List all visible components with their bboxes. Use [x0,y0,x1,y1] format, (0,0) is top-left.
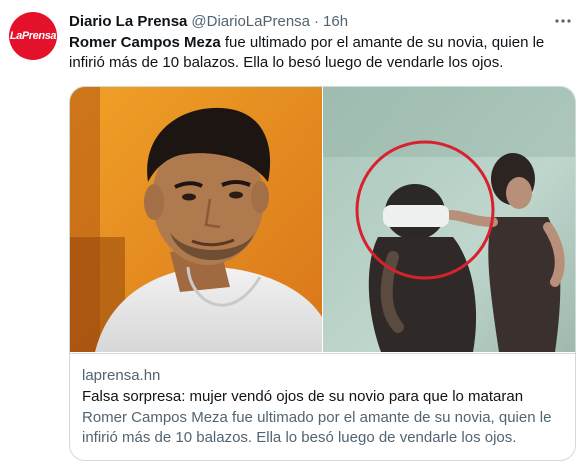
card-media[interactable] [70,87,575,352]
separator-dot: · [314,12,320,30]
card-body[interactable]: laprensa.hn Falsa sorpresa: mujer vendó … [70,353,575,460]
timestamp[interactable]: 16h [323,13,348,30]
tweet-text-bold: Romer Campos Meza [69,34,221,51]
tweet-text: Romer Campos Meza fue ultimado por el am… [69,33,574,73]
more-horizontal-icon [555,19,571,23]
card-domain: laprensa.hn [82,367,161,384]
tweet-header: Diario La Prensa @DiarioLaPrensa · 16h [69,11,348,31]
user-handle[interactable]: @DiarioLaPrensa [191,13,310,30]
link-card[interactable]: laprensa.hn Falsa sorpresa: mujer vendó … [69,86,576,461]
display-name[interactable]: Diario La Prensa [69,13,187,30]
card-title[interactable]: Falsa sorpresa: mujer vendó ojos de su n… [82,387,567,407]
more-options-button[interactable] [552,10,574,32]
cctv-still-photo [323,87,575,352]
avatar[interactable]: LaPrensa [9,12,57,60]
tweet[interactable]: LaPrensa Diario La Prensa @DiarioLaPrens… [0,0,588,468]
portrait-photo [70,87,322,352]
card-description: Romer Campos Meza fue ultimado por el am… [82,409,552,446]
avatar-logo-text: LaPrensa [9,30,57,42]
